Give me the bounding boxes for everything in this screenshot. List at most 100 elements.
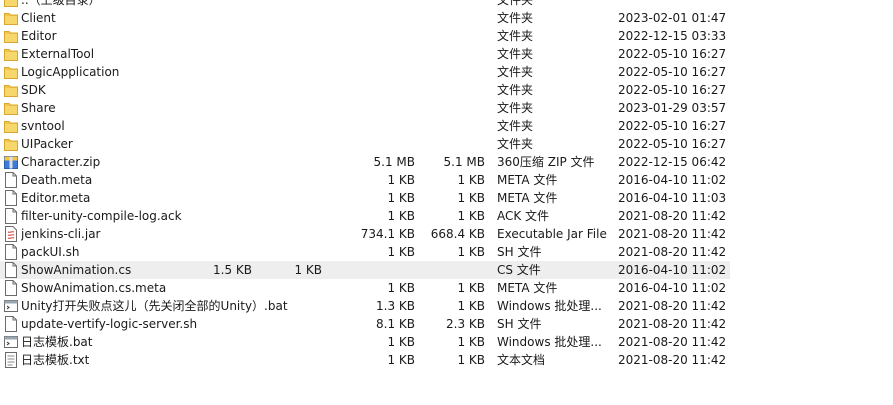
file-row[interactable]: LogicApplication 文件夹 2022-05-10 16:27 bbox=[0, 63, 893, 81]
file-type: SH 文件 bbox=[497, 245, 542, 259]
file-row[interactable]: packUI.sh 1 KB 1 KB SH 文件 2021-08-20 11:42 bbox=[0, 243, 893, 261]
file-modified: 2016-04-10 11:03 bbox=[618, 191, 727, 205]
folder-icon bbox=[4, 100, 18, 116]
file-packed-size: 1 KB bbox=[457, 335, 485, 349]
file-row[interactable]: Character.zip 5.1 MB 5.1 MB 360压缩 ZIP 文件 202… bbox=[0, 153, 893, 171]
file-type: 文件夹 bbox=[497, 137, 534, 151]
file-row[interactable]: update-vertify-logic-server.sh 8.1 KB 2.3 … bbox=[0, 315, 893, 333]
file-type: 文件夹 bbox=[497, 11, 534, 25]
batch-file-icon bbox=[4, 334, 18, 350]
file-modified: 2022-05-10 16:27 bbox=[618, 65, 727, 79]
file-row[interactable]: ShowAnimation.cs.meta 1 KB 1 KB META 文件 2016… bbox=[0, 279, 893, 297]
file-modified: 2021-08-20 11:42 bbox=[618, 299, 727, 313]
file-row[interactable]: Death.meta 1 KB 1 KB META 文件 2016-04-10 11:0… bbox=[0, 171, 893, 189]
file-type: CS 文件 bbox=[497, 263, 541, 277]
file-row[interactable]: Client 文件夹 2023-02-01 01:47 bbox=[0, 9, 893, 27]
file-name: ExternalTool bbox=[21, 47, 95, 61]
folder-icon bbox=[4, 82, 18, 98]
file-row[interactable]: UIPacker 文件夹 2022-05-10 16:27 bbox=[0, 135, 893, 153]
file-name: svntool bbox=[21, 119, 65, 133]
file-row[interactable]: Editor 文件夹 2022-12-15 03:33 bbox=[0, 27, 893, 45]
file-name: ShowAnimation.cs bbox=[21, 263, 132, 277]
file-row[interactable]: Editor.meta 1 KB 1 KB META 文件 2016-04-10 11:… bbox=[0, 189, 893, 207]
file-type: META 文件 bbox=[497, 281, 558, 295]
file-name: SDK bbox=[21, 83, 46, 97]
file-name: update-vertify-logic-server.sh bbox=[21, 317, 198, 331]
file-type: ACK 文件 bbox=[497, 209, 550, 223]
file-modified: 2021-08-20 11:42 bbox=[618, 209, 727, 223]
file-name: Character.zip bbox=[21, 155, 101, 169]
file-row[interactable]: svntool 文件夹 2022-05-10 16:27 bbox=[0, 117, 893, 135]
file-icon bbox=[4, 316, 18, 332]
file-row[interactable]: SDK 文件夹 2022-05-10 16:27 bbox=[0, 81, 893, 99]
file-row[interactable]: ExternalTool 文件夹 2022-05-10 16:27 bbox=[0, 45, 893, 63]
file-row[interactable]: filter-unity-compile-log.ack 1 KB 1 KB ACK … bbox=[0, 207, 893, 225]
file-packed-size: 1 KB bbox=[457, 173, 485, 187]
file-modified: 2021-08-20 11:42 bbox=[618, 227, 727, 241]
file-name: Editor bbox=[21, 29, 57, 43]
file-packed-size: 1 KB bbox=[457, 299, 485, 313]
file-row[interactable]: Unity打开失败点这儿（先关闭全部的Unity）.bat 1.3 KB 1 KB W… bbox=[0, 297, 893, 315]
file-row[interactable]: Share 文件夹 2023-01-29 03:57 bbox=[0, 99, 893, 117]
folder-icon bbox=[4, 28, 18, 44]
file-packed-size: 668.4 KB bbox=[430, 227, 485, 241]
file-row[interactable]: ..（上级目录） 文件夹 bbox=[0, 0, 893, 9]
file-name: Unity打开失败点这儿（先关闭全部的Unity）.bat bbox=[21, 299, 288, 313]
file-modified: 2023-01-29 03:57 bbox=[618, 101, 727, 115]
file-type: 文件夹 bbox=[497, 29, 534, 43]
file-name: UIPacker bbox=[21, 137, 73, 151]
file-size: 1 KB bbox=[387, 281, 415, 295]
file-name: filter-unity-compile-log.ack bbox=[21, 209, 182, 223]
file-size: 8.1 KB bbox=[376, 317, 415, 331]
file-name: LogicApplication bbox=[21, 65, 120, 79]
jar-file-icon bbox=[4, 226, 18, 242]
folder-icon bbox=[4, 10, 18, 26]
file-type: 文件夹 bbox=[497, 83, 534, 97]
file-row[interactable]: 日志模板.bat 1 KB 1 KB Windows 批处理... 2021-08-20… bbox=[0, 333, 893, 351]
file-type: 文件夹 bbox=[497, 65, 534, 79]
file-row[interactable]: jenkins-cli.jar 734.1 KB 668.4 KB Executabl… bbox=[0, 225, 893, 243]
folder-icon bbox=[4, 0, 18, 8]
file-row[interactable]: ShowAnimation.cs 1.5 KB 1 KB CS 文件 2016-04-1… bbox=[0, 261, 730, 279]
file-packed-size: 2.3 KB bbox=[446, 317, 485, 331]
file-size: 734.1 KB bbox=[360, 227, 415, 241]
file-size: 1.3 KB bbox=[376, 299, 415, 313]
file-modified: 2022-05-10 16:27 bbox=[618, 119, 727, 133]
file-row[interactable]: 日志模板.txt 1 KB 1 KB 文本文档 2021-08-20 11:42 bbox=[0, 351, 893, 369]
file-packed-size: 1 KB bbox=[457, 353, 485, 367]
file-modified: 2016-04-10 11:02 bbox=[618, 173, 727, 187]
text-file-icon bbox=[4, 352, 18, 368]
file-type: SH 文件 bbox=[497, 317, 542, 331]
file-packed-size: 1 KB bbox=[457, 191, 485, 205]
file-type: 文件夹 bbox=[497, 119, 534, 133]
file-type: Windows 批处理... bbox=[497, 335, 602, 349]
file-packed-size: 1 KB bbox=[294, 263, 322, 277]
file-size: 1 KB bbox=[387, 335, 415, 349]
file-icon bbox=[4, 172, 18, 188]
file-modified: 2022-12-15 06:42 bbox=[618, 155, 727, 169]
file-type: 文件夹 bbox=[497, 47, 534, 61]
file-modified: 2016-04-10 11:02 bbox=[618, 281, 727, 295]
file-modified: 2021-08-20 11:42 bbox=[618, 317, 727, 331]
file-size: 1 KB bbox=[387, 191, 415, 205]
file-type: Executable Jar File bbox=[497, 227, 607, 241]
file-type: 文本文档 bbox=[497, 353, 546, 367]
file-icon bbox=[4, 262, 18, 278]
file-name: Share bbox=[21, 101, 56, 115]
file-name: Client bbox=[21, 11, 56, 25]
folder-icon bbox=[4, 118, 18, 134]
file-size: 1 KB bbox=[387, 353, 415, 367]
file-name: Death.meta bbox=[21, 173, 93, 187]
folder-icon bbox=[4, 46, 18, 62]
file-size: 1 KB bbox=[387, 209, 415, 223]
file-icon bbox=[4, 208, 18, 224]
file-modified: 2016-04-10 11:02 bbox=[618, 263, 727, 277]
file-icon bbox=[4, 280, 18, 296]
file-name: 日志模板.txt bbox=[21, 353, 90, 367]
file-name: 日志模板.bat bbox=[21, 335, 93, 349]
file-modified: 2021-08-20 11:42 bbox=[618, 245, 727, 259]
file-type: 360压缩 ZIP 文件 bbox=[497, 155, 595, 169]
file-modified: 2022-05-10 16:27 bbox=[618, 83, 727, 97]
file-icon bbox=[4, 190, 18, 206]
batch-file-icon bbox=[4, 298, 18, 314]
